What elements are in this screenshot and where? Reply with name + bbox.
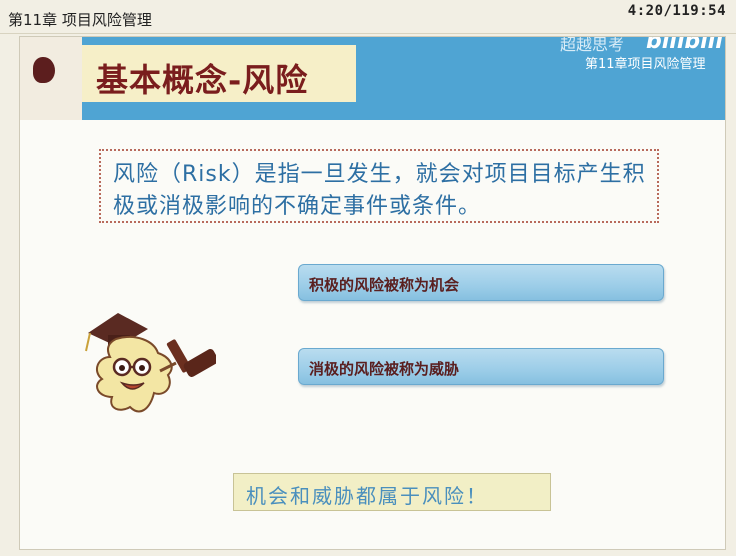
positive-risk-label: 积极的风险被称为机会 — [309, 276, 460, 294]
conclusion-box: 机会和威胁都属于风险！ — [233, 473, 551, 511]
logo-icon — [33, 57, 55, 83]
slide-canvas: 基本概念-风险 超越思考 bilibili 第11章项目风险管理 风险（Risk… — [19, 36, 726, 550]
slide-header: 基本概念-风险 超越思考 bilibili 第11章项目风险管理 — [20, 37, 725, 120]
negative-risk-box: 消极的风险被称为威胁 — [298, 348, 664, 385]
definition-text: 风险（Risk）是指一旦发生，就会对项目目标产生积极或消极影响的不确定事件或条件… — [113, 162, 646, 219]
playback-timer: 4:20/119:54 — [627, 3, 726, 19]
negative-risk-label: 消极的风险被称为威胁 — [309, 360, 460, 378]
slide-title: 基本概念-风险 — [96, 61, 309, 99]
header-subtitle: 第11章项目风险管理 — [585, 57, 706, 72]
window-title: 第11章 项目风险管理 — [8, 11, 152, 29]
mascot-judge-icon — [85, 313, 216, 413]
conclusion-text: 机会和威胁都属于风险！ — [246, 484, 488, 508]
window-title-bar: 第11章 项目风险管理 4:20/119:54 — [0, 0, 736, 34]
positive-risk-box: 积极的风险被称为机会 — [298, 264, 664, 301]
logo-box — [20, 37, 82, 120]
bilibili-watermark: bilibili — [646, 36, 723, 54]
definition-box: 风险（Risk）是指一旦发生，就会对项目目标产生积极或消极影响的不确定事件或条件… — [99, 149, 659, 223]
slide-title-banner: 基本概念-风险 — [82, 45, 356, 102]
